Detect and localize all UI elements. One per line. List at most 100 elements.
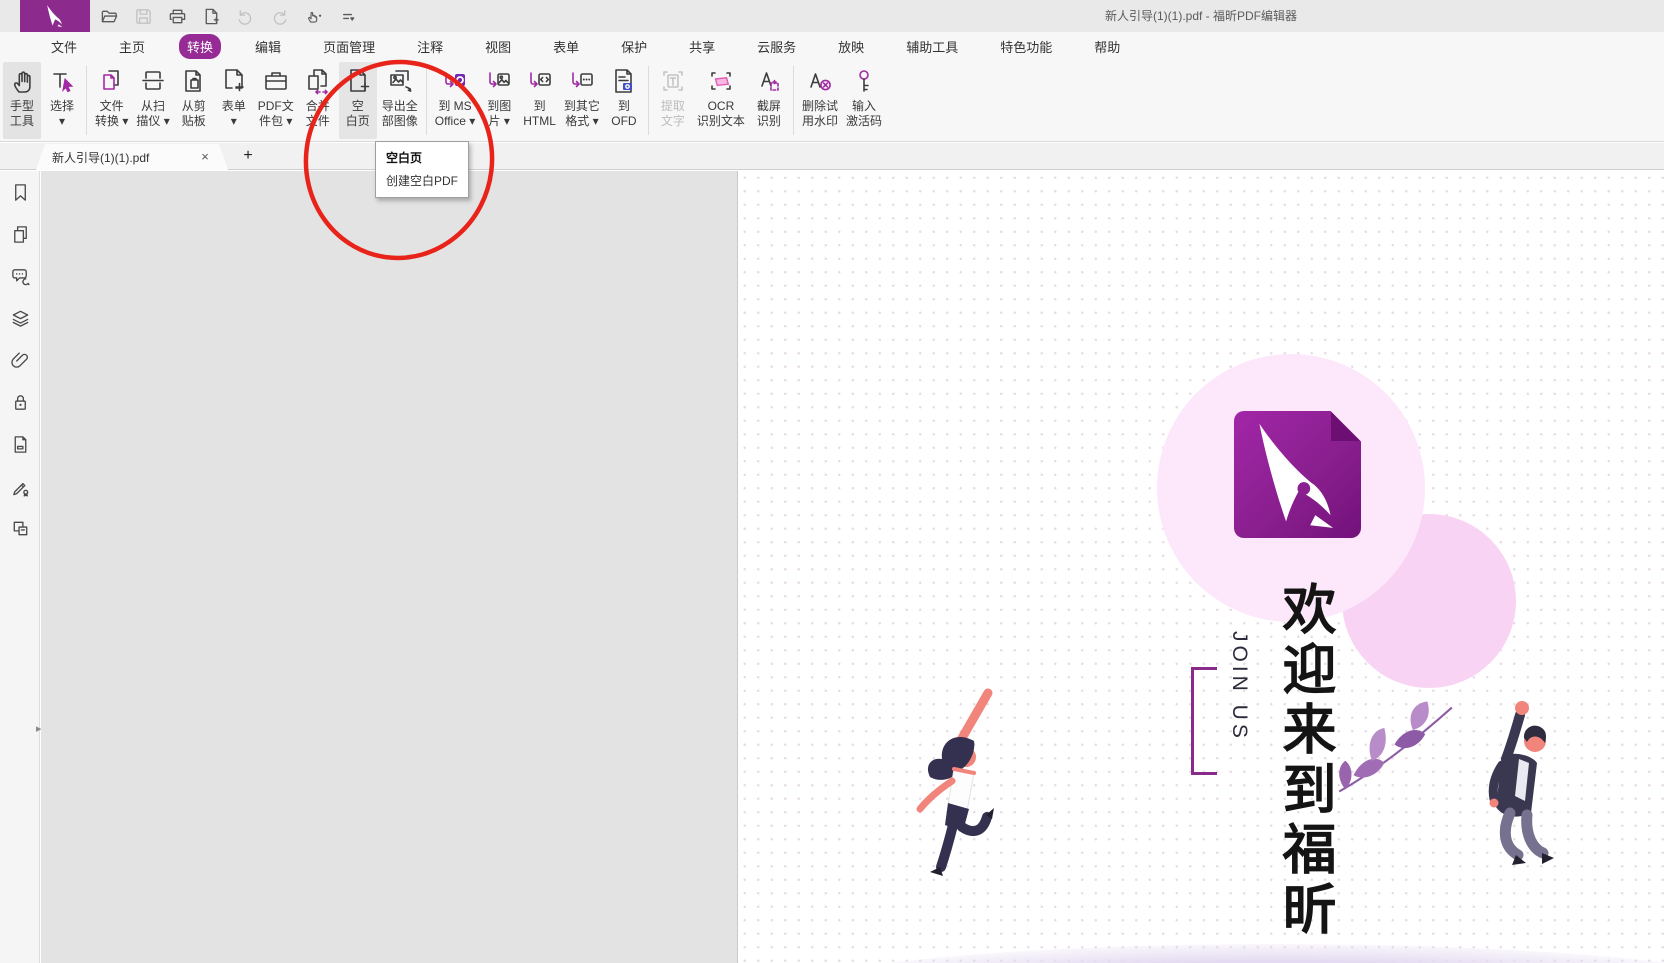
navigation-rail (0, 171, 40, 963)
ribbon-button-ocr-text[interactable]: OCR 识别文本 (694, 62, 748, 139)
ribbon-button-enter-activation-code[interactable]: 输入 激活码 (843, 62, 885, 139)
foxit-pen-icon (42, 3, 68, 29)
sidebar-item-attachments[interactable] (0, 339, 40, 381)
menu-view[interactable]: 视图 (477, 34, 519, 59)
activation-code-icon (849, 63, 879, 99)
sidebar-item-layers[interactable] (0, 297, 40, 339)
to-ofd-icon (609, 63, 639, 99)
menu-featured[interactable]: 特色功能 (992, 34, 1060, 59)
ribbon-button-hand-tool[interactable]: 手型 工具 (3, 62, 41, 139)
ribbon-button-to-html[interactable]: 到 HTML (520, 62, 559, 139)
layers-icon (10, 308, 31, 329)
sidebar-item-linked-files[interactable] (0, 507, 40, 549)
ribbon-button-extract-text: 提取 文字 (654, 62, 692, 139)
menu-form[interactable]: 表单 (545, 34, 587, 59)
ribbon-button-remove-trial-watermark[interactable]: 删除试 用水印 (799, 62, 841, 139)
menu-page-management[interactable]: 页面管理 (315, 34, 383, 59)
title-bar: 新人引导(1)(1).pdf - 福昕PDF编辑器 (0, 0, 1664, 32)
foxit-pen-icon (1234, 411, 1361, 538)
foxit-logo-tile (1234, 411, 1361, 538)
close-tab-icon[interactable] (198, 150, 212, 164)
combine-files-icon (303, 63, 333, 99)
new-tab-button[interactable]: + (238, 146, 258, 166)
ribbon-button-combine-files[interactable]: 合并 文件 (299, 62, 337, 139)
ocr-icon (706, 63, 736, 99)
pdf-page[interactable]: 欢迎来到福昕 JOIN US (737, 171, 1664, 963)
remove-watermark-icon (805, 63, 835, 99)
undo-button[interactable] (234, 5, 256, 27)
ribbon-separator (648, 66, 649, 135)
ribbon-button-select[interactable]: 选择 ▾ (43, 62, 81, 139)
sidebar-item-destinations[interactable] (0, 423, 40, 465)
print-button[interactable] (166, 5, 188, 27)
screenshot-ocr-icon (754, 63, 784, 99)
ribbon-button-pdf-portfolio[interactable]: PDF文 件包 ▾ (255, 62, 297, 139)
menu-comment[interactable]: 注释 (409, 34, 451, 59)
menu-cloud[interactable]: 云服务 (749, 34, 804, 59)
export-images-icon (385, 63, 415, 99)
ribbon-button-to-image[interactable]: 到图 片 ▾ (480, 62, 518, 139)
sidebar-item-pages[interactable] (0, 213, 40, 255)
document-tab-bar: 新人引导(1)(1).pdf + (0, 143, 1664, 170)
to-html-icon (525, 63, 555, 99)
touch-mode-button[interactable] (302, 5, 324, 27)
menu-present[interactable]: 放映 (830, 34, 872, 59)
blank-page-tooltip: 空白页 创建空白PDF (375, 141, 469, 198)
create-page-button[interactable] (200, 5, 222, 27)
join-us-label: JOIN US (1225, 631, 1251, 781)
pages-icon (10, 224, 31, 245)
jumping-woman-illustration (896, 683, 1006, 898)
save-button[interactable] (132, 5, 154, 27)
ribbon-button-to-ms-office[interactable]: 到 MS Office ▾ (432, 62, 478, 139)
document-canvas[interactable]: 欢迎来到福昕 JOIN US (41, 171, 1664, 963)
to-image-icon (484, 63, 514, 99)
ribbon-toolbar: 手型 工具 选择 ▾ 文件 转换 ▾ 从扫 描仪 ▾ 从剪 贴板 表单 ▾ PD… (0, 60, 1664, 142)
menu-protect[interactable]: 保护 (613, 34, 655, 59)
ribbon-button-file-convert[interactable]: 文件 转换 ▾ (92, 62, 131, 139)
ribbon-button-export-all-images[interactable]: 导出全 部图像 (379, 62, 421, 139)
customize-toolbar-button[interactable] (336, 5, 358, 27)
menu-bar: 文件 主页 转换 编辑 页面管理 注释 视图 表单 保护 共享 云服务 放映 辅… (0, 32, 1664, 60)
file-convert-icon (97, 63, 127, 99)
ribbon-button-to-ofd[interactable]: 到 OFD (605, 62, 643, 139)
sidebar-item-signatures[interactable] (0, 465, 40, 507)
sidebar-item-comments[interactable] (0, 255, 40, 297)
lock-icon (10, 392, 31, 413)
ribbon-button-to-other-formats[interactable]: 到其它 格式 ▾ (561, 62, 603, 139)
to-other-formats-icon (567, 63, 597, 99)
menu-share[interactable]: 共享 (681, 34, 723, 59)
menu-help[interactable]: 帮助 (1086, 34, 1128, 59)
linked-squares-icon (10, 518, 31, 539)
leaves-illustration (1331, 699, 1459, 797)
app-logo[interactable] (20, 0, 90, 32)
scanner-icon (138, 63, 168, 99)
ribbon-button-blank-page[interactable]: 空 白页 (339, 62, 377, 139)
document-tab[interactable]: 新人引导(1)(1).pdf (36, 144, 228, 170)
menu-file[interactable]: 文件 (43, 34, 85, 59)
extract-text-icon (658, 63, 688, 99)
ribbon-button-screenshot-ocr[interactable]: 截屏 识别 (750, 62, 788, 139)
form-icon (219, 63, 249, 99)
sidebar-item-security[interactable] (0, 381, 40, 423)
hand-tool-icon (7, 63, 37, 99)
decor-bracket (1191, 667, 1217, 775)
ribbon-button-from-scanner[interactable]: 从扫 描仪 ▾ (133, 62, 172, 139)
jumping-man-illustration (1444, 689, 1562, 904)
select-tool-icon (47, 63, 77, 99)
ribbon-button-from-clipboard[interactable]: 从剪 贴板 (175, 62, 213, 139)
tooltip-title: 空白页 (386, 149, 458, 166)
portfolio-icon (261, 63, 291, 99)
ribbon-button-form[interactable]: 表单 ▾ (215, 62, 253, 139)
menu-home[interactable]: 主页 (111, 34, 153, 59)
ribbon-separator (426, 66, 427, 135)
floor-glow (793, 944, 1664, 963)
menu-convert[interactable]: 转换 (179, 34, 221, 59)
sidebar-item-bookmarks[interactable] (0, 171, 40, 213)
menu-edit[interactable]: 编辑 (247, 34, 289, 59)
redo-button[interactable] (268, 5, 290, 27)
tooltip-body: 创建空白PDF (386, 172, 458, 189)
open-file-button[interactable] (98, 5, 120, 27)
workspace: ▸ 欢迎来到福昕 JOIN US (0, 171, 1664, 963)
bookmark-icon (10, 182, 31, 203)
menu-accessibility[interactable]: 辅助工具 (898, 34, 966, 59)
